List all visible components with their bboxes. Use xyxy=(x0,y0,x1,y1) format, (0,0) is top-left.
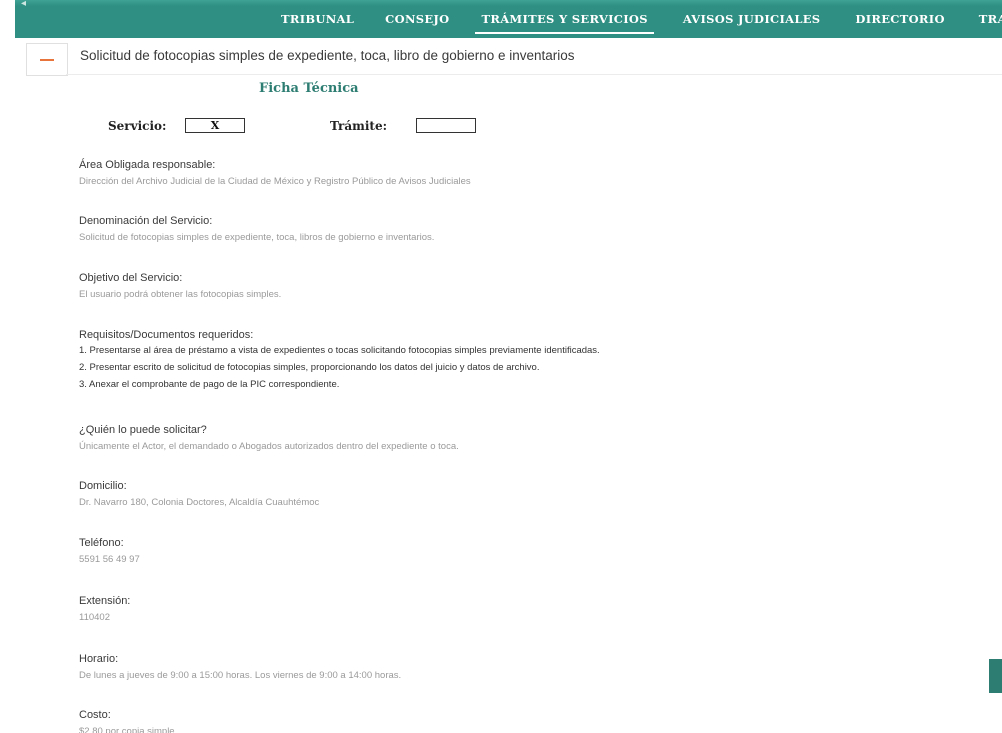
divider xyxy=(66,74,1002,75)
field-label: Requisitos/Documentos requeridos: xyxy=(79,329,254,341)
field-label: Teléfono: xyxy=(79,537,124,549)
field-denominacion: Denominación del Servicio: Solicitud de … xyxy=(79,214,434,244)
field-telefono: Teléfono: 5591 56 49 97 xyxy=(79,536,140,566)
servicio-checkbox: X xyxy=(185,118,245,133)
field-label: Denominación del Servicio: xyxy=(79,215,213,227)
field-area-obligada: Área Obligada responsable: Dirección del… xyxy=(79,158,471,188)
field-label: Costo: xyxy=(79,709,111,721)
field-costo: Costo: $2.80 por copia simple xyxy=(79,708,175,733)
accordion-collapse-button[interactable] xyxy=(26,43,68,76)
requirement-item: 1. Presentarse al área de préstamo a vis… xyxy=(79,345,600,356)
tramite-label: Trámite: xyxy=(330,119,388,133)
field-requisitos: Requisitos/Documentos requeridos: 1. Pre… xyxy=(79,328,600,393)
header-strip xyxy=(15,0,1002,6)
requirement-item: 2. Presentar escrito de solicitud de fot… xyxy=(79,362,540,373)
ficha-tecnica-title: Ficha Técnica xyxy=(259,81,359,96)
field-label: ¿Quién lo puede solicitar? xyxy=(79,424,207,436)
field-value: 110402 xyxy=(79,612,110,623)
field-value: $2.80 por copia simple xyxy=(79,726,175,733)
field-value: De lunes a jueves de 9:00 a 15:00 horas.… xyxy=(79,670,402,681)
field-value: Dirección del Archivo Judicial de la Ciu… xyxy=(79,176,471,187)
field-value: Únicamente el Actor, el demandado o Abog… xyxy=(79,441,459,452)
nav-item-tribunal[interactable]: TRIBUNAL xyxy=(281,12,354,26)
field-quien-puede-solicitar: ¿Quién lo puede solicitar? Únicamente el… xyxy=(79,423,459,453)
field-value: Solicitud de fotocopias simples de exped… xyxy=(79,232,435,243)
nav-item-tramites-y-servicios[interactable]: TRÁMITES Y SERVICIOS xyxy=(475,12,655,34)
accordion-title[interactable]: Solicitud de fotocopias simples de exped… xyxy=(80,48,575,63)
nav-item-directorio[interactable]: DIRECTORIO xyxy=(855,12,944,26)
arrow-left-icon[interactable]: ◂ xyxy=(21,0,26,9)
nav-item-transparencia[interactable]: TRANSPARENCIA xyxy=(979,12,1002,26)
main-menu: TRIBUNAL CONSEJO TRÁMITES Y SERVICIOS AV… xyxy=(281,12,1002,34)
field-label: Horario: xyxy=(79,653,119,665)
field-value: 5591 56 49 97 xyxy=(79,554,140,565)
side-feedback-tab[interactable] xyxy=(989,659,1002,693)
nav-item-consejo[interactable]: CONSEJO xyxy=(385,12,449,26)
minus-icon xyxy=(40,58,54,61)
field-label: Domicilio: xyxy=(79,480,127,492)
field-value: Dr. Navarro 180, Colonia Doctores, Alcal… xyxy=(79,497,320,508)
field-objetivo: Objetivo del Servicio: El usuario podrá … xyxy=(79,271,281,301)
requirement-item: 3. Anexar el comprobante de pago de la P… xyxy=(79,379,340,390)
field-value: El usuario podrá obtener las fotocopias … xyxy=(79,289,282,300)
field-domicilio: Domicilio: Dr. Navarro 180, Colonia Doct… xyxy=(79,479,319,509)
field-label: Objetivo del Servicio: xyxy=(79,272,183,284)
tramite-checkbox xyxy=(416,118,476,133)
field-horario: Horario: De lunes a jueves de 9:00 a 15:… xyxy=(79,652,401,682)
field-label: Extensión: xyxy=(79,595,131,607)
top-navigation-bar: ◂ TRIBUNAL CONSEJO TRÁMITES Y SERVICIOS … xyxy=(15,0,1002,38)
field-extension: Extensión: 110402 xyxy=(79,594,130,624)
nav-item-avisos-judiciales[interactable]: AVISOS JUDICIALES xyxy=(683,12,821,26)
field-label: Área Obligada responsable: xyxy=(79,159,216,171)
servicio-label: Servicio: xyxy=(108,119,167,133)
page: ◂ TRIBUNAL CONSEJO TRÁMITES Y SERVICIOS … xyxy=(0,0,1002,733)
